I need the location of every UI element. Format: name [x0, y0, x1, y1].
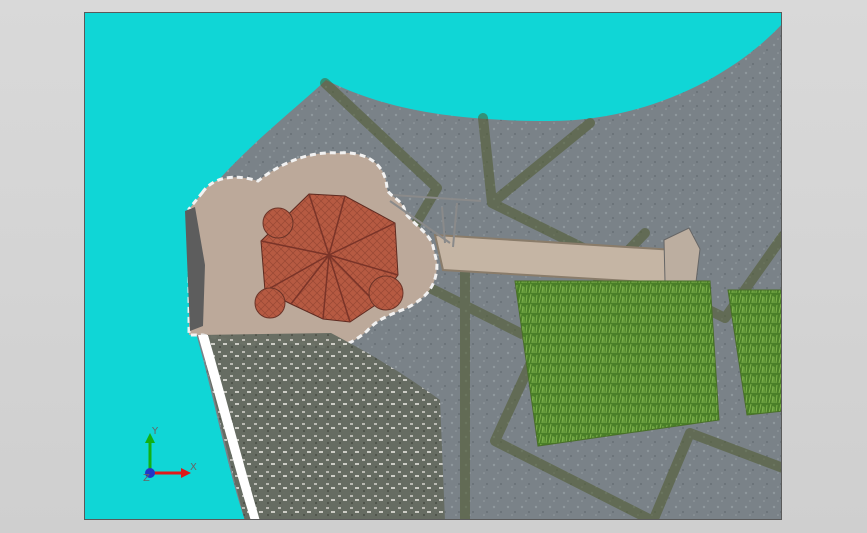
small-dome-left: [262, 207, 294, 239]
cad-window: Y X Z: [0, 0, 867, 533]
small-dome-bottom: [254, 287, 286, 319]
3d-viewport[interactable]: Y X Z: [84, 12, 782, 520]
y-label: Y: [151, 426, 159, 437]
small-dome-right: [368, 275, 404, 311]
x-label: X: [190, 462, 197, 473]
axis-triad: Y X Z: [143, 426, 197, 484]
grass-plot-left: [514, 280, 720, 447]
z-label: Z: [143, 473, 150, 484]
